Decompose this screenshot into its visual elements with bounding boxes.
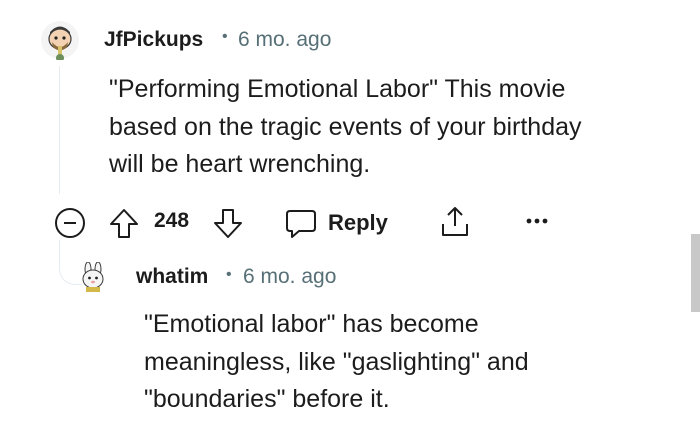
more-options-button[interactable] (524, 214, 550, 228)
scrollbar-thumb[interactable] (691, 234, 700, 312)
comment-line: "Performing Emotional Labor" This movie (109, 75, 566, 103)
comment-username[interactable]: JfPickups (104, 28, 203, 52)
user-avatar[interactable] (40, 20, 80, 62)
comment-line: meaningless, like "gaslighting" and (144, 347, 529, 376)
comment-line: based on the tragic events of your birth… (109, 112, 582, 141)
meta-separator: • (222, 28, 228, 45)
comment-body: "Performing Emotional Labor" This movie … (109, 71, 649, 184)
collapse-thread-button[interactable] (54, 207, 86, 239)
comment-line: will be heart wrenching. (109, 150, 371, 178)
share-button[interactable] (438, 204, 472, 240)
comment-body: "Emotional labor" has become meaningless… (144, 306, 624, 419)
comment-timestamp[interactable]: 6 mo. ago (238, 28, 331, 52)
upvote-icon (110, 209, 138, 238)
comment-timestamp[interactable]: 6 mo. ago (243, 265, 336, 289)
comment-line: "boundaries" before it. (144, 385, 390, 413)
reply-label: Reply (328, 210, 388, 235)
collapse-icon (55, 208, 85, 238)
comment-username[interactable]: whatim (136, 265, 208, 289)
reply-button[interactable]: Reply (284, 204, 388, 242)
downvote-button[interactable] (212, 206, 244, 240)
thread-line[interactable] (59, 66, 60, 194)
vote-count: 248 (154, 209, 190, 232)
upvote-button[interactable] (108, 206, 140, 240)
avatar-bunny-snoo-icon (82, 261, 104, 292)
reply-icon (286, 210, 316, 238)
user-avatar[interactable] (78, 261, 108, 292)
avatar-bearded-snoo-icon (41, 21, 79, 62)
share-icon (442, 207, 468, 236)
meta-separator: • (226, 266, 232, 283)
more-icon (526, 218, 548, 224)
comment-line: "Emotional labor" has become (144, 310, 479, 338)
downvote-icon (214, 209, 242, 238)
